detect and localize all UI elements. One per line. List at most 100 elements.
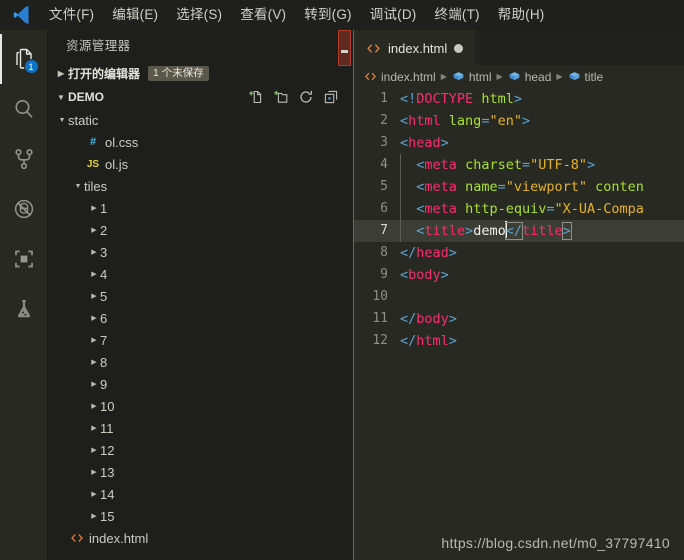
code-line[interactable]: 9 <body> [354,264,684,286]
watermark-text: https://blog.csdn.net/m0_37797410 [441,535,670,551]
tree-folder-row[interactable]: ▼ static [48,109,353,131]
collapse-all-button[interactable] [323,89,339,105]
dirty-indicator-icon[interactable] [454,43,464,53]
line-number: 3 [380,135,388,150]
code-editor[interactable]: 1 <!DOCTYPE html> 2 <html lang="en"> 3 <head>… [354,88,684,560]
code-line-text: <meta charset="UTF-8"> [400,154,595,176]
tree-folder-row[interactable]: ▶ 12 [48,439,353,461]
tree-folder-row[interactable]: ▶ 3 [48,241,353,263]
vscode-window: 文件(F) 编辑(E) 选择(S) 查看(V) 转到(G) 调试(D) 终端(T) 帮助(H)… [0,0,684,560]
menu-selection[interactable]: 选择(S) [167,0,231,30]
chevron-right-icon: ▶ [91,271,97,278]
activity-search[interactable] [0,84,48,134]
code-token: "viewport" [505,179,587,195]
code-line[interactable]: 8 </head> [354,242,684,264]
chevron-right-icon: ▶ [91,403,97,410]
breadcrumb-label: title [584,69,604,84]
code-line[interactable]: 3 <head> [354,132,684,154]
code-line[interactable]: 11 </body> [354,308,684,330]
html-icon [364,70,377,83]
open-editors-label: 打开的编辑器 [68,67,141,81]
breadcrumb-item[interactable]: html [452,70,492,84]
tree-folder-row[interactable]: ▶ 8 [48,351,353,373]
menu-help[interactable]: 帮助(H) [489,0,554,30]
chevron-right-icon: ▶ [91,491,97,498]
activity-source-control[interactable] [0,134,48,184]
chevron-right-icon: ▶ [91,447,97,454]
breadcrumb-item[interactable]: title [568,69,604,84]
code-line[interactable]: 2 <html lang="en"> [354,110,684,132]
chevron-right-icon: ▶ [91,337,97,344]
activity-test[interactable] [0,284,48,334]
code-line[interactable]: 4 <meta charset="UTF-8"> [354,154,684,176]
chevron-right-icon: ▶ [496,72,503,81]
code-line[interactable]: 12 </html> [354,330,684,352]
unsaved-count-badge: 1 个未保存 [148,66,209,81]
tree-folder-row[interactable]: ▶ 13 [48,461,353,483]
line-number: 12 [372,333,388,348]
tree-folder-row[interactable]: ▶ 2 [48,219,353,241]
activity-explorer[interactable]: 1 [0,34,48,84]
editor-group: index.html index.html ▶ html ▶ head ▶ title 1 <… [354,30,684,560]
chevron-right-icon: ▶ [91,227,97,234]
tree-folder-row[interactable]: ▶ 11 [48,417,353,439]
breadcrumb-item[interactable]: index.html [364,70,436,84]
menu-terminal[interactable]: 终端(T) [426,0,489,30]
chevron-right-icon: ▶ [556,72,563,81]
tree-folder-row[interactable]: ▶ 1 [48,197,353,219]
menu-edit[interactable]: 编辑(E) [103,0,167,30]
tree-file-row[interactable]: # ol.css [48,131,353,153]
tree-folder-row[interactable]: ▶ 4 [48,263,353,285]
code-token: > [561,222,572,240]
code-token: < [400,113,409,129]
menu-debug[interactable]: 调试(D) [361,0,426,30]
tree-file-row[interactable]: index.html [48,527,353,549]
code-line[interactable]: 6 <meta http-equiv="X-UA-Compa [354,198,684,220]
tree-item-label: static [68,112,99,128]
tree-folder-row[interactable]: ▶ 7 [48,329,353,351]
workspace-folder-row[interactable]: ▼ DEMO [48,85,353,109]
activity-extensions[interactable] [0,234,48,284]
code-line[interactable]: 5 <meta name="viewport" conten [354,176,684,198]
refresh-icon[interactable] [298,89,314,105]
tree-folder-row[interactable]: ▶ 9 [48,373,353,395]
code-token: head [416,245,449,261]
code-token: </ [400,333,417,349]
line-number: 7 [380,223,388,238]
menu-bar: 文件(F) 编辑(E) 选择(S) 查看(V) 转到(G) 调试(D) 终端(T) 帮助(H) [0,0,684,30]
tree-folder-row[interactable]: ▶ 5 [48,285,353,307]
code-token: "en" [489,113,522,129]
tree-file-row[interactable]: JS ol.js [48,153,353,175]
tree-item-label: 4 [100,266,108,282]
open-editors-section[interactable]: ▶ 打开的编辑器 1 个未保存 [48,62,353,85]
tab-index-html[interactable]: index.html [354,30,476,65]
new-file-button[interactable] [248,89,264,105]
code-line[interactable]: 7 <title>demo</title> [354,220,684,242]
tree-folder-row[interactable]: ▶ 14 [48,483,353,505]
breadcrumb-item[interactable]: head [508,70,551,84]
tree-item-label: 2 [100,222,108,238]
tree-item-label: 13 [100,464,115,480]
tree-item-label: 5 [100,288,108,304]
chevron-down-icon: ▼ [57,92,65,102]
tree-folder-row[interactable]: ▶ 10 [48,395,353,417]
code-line[interactable]: 10 [354,286,684,308]
tree-folder-row[interactable]: ▶ 6 [48,307,353,329]
tree-folder-row[interactable]: ▼ tiles [48,175,353,197]
menu-view[interactable]: 查看(V) [231,0,295,30]
breadcrumb-label: index.html [381,69,436,84]
code-line-text: <body> [400,264,449,286]
code-token: lang [448,113,482,129]
tree-folder-row[interactable]: ▶ 15 [48,505,353,527]
menu-goto[interactable]: 转到(G) [295,0,361,30]
menu-file[interactable]: 文件(F) [40,0,103,30]
activity-debug[interactable] [0,184,48,234]
code-token: > [448,311,457,327]
chevron-right-icon: ▶ [91,359,97,366]
explorer-scrollbar[interactable] [338,30,351,66]
code-line[interactable]: 1 <!DOCTYPE html> [354,88,684,110]
new-folder-button[interactable] [273,89,289,105]
